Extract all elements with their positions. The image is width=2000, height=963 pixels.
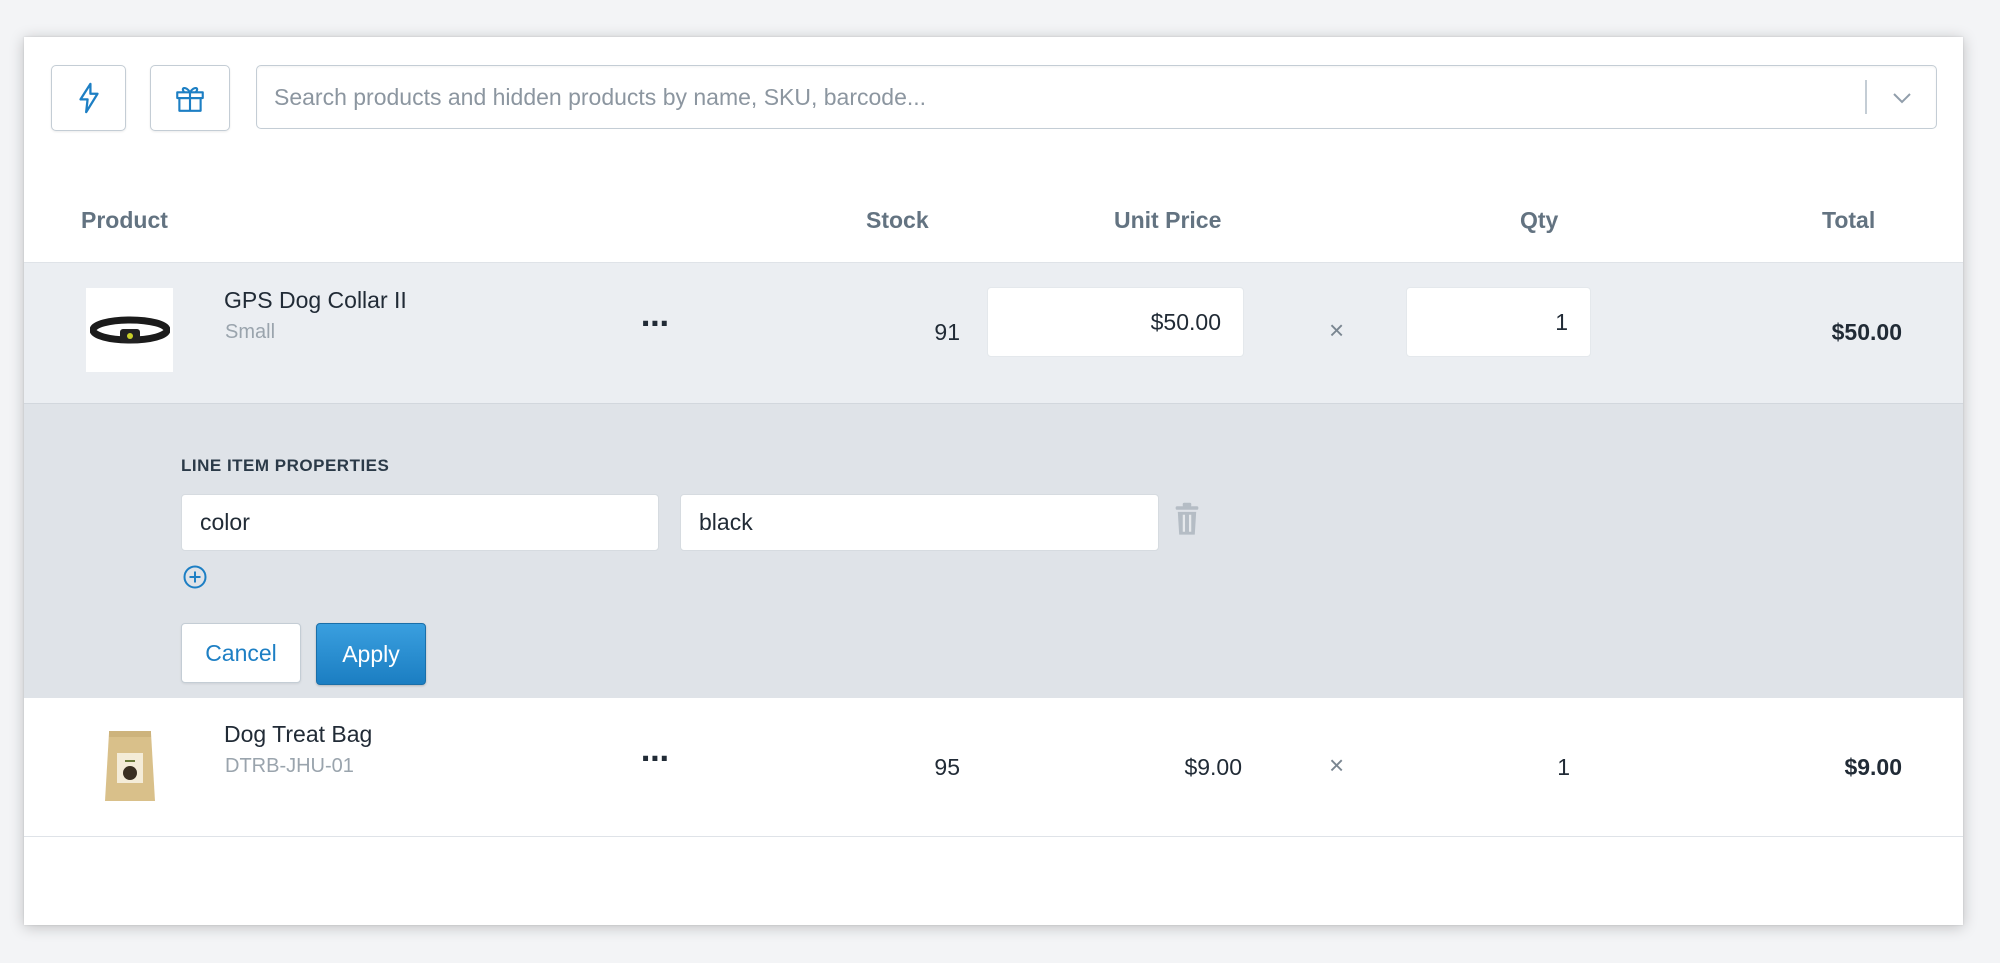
search-input[interactable] (257, 66, 1857, 128)
line-item-properties-panel: LINE ITEM PROPERTIES Cancel Apply (24, 403, 1963, 699)
column-header-total: Total (1822, 207, 1876, 233)
product-thumbnail[interactable] (86, 723, 173, 807)
lightning-icon (78, 82, 99, 114)
dog-collar-image (89, 316, 170, 344)
line-item-properties-title: LINE ITEM PROPERTIES (181, 456, 390, 475)
product-name[interactable]: GPS Dog Collar II (224, 287, 407, 314)
quantity-input[interactable] (1406, 287, 1591, 357)
cancel-button[interactable]: Cancel (181, 623, 301, 683)
gift-card-button[interactable] (150, 65, 230, 131)
treat-bag-image (104, 731, 155, 801)
multiply-sign: × (1329, 315, 1345, 345)
unit-price-input[interactable] (987, 287, 1244, 357)
product-thumbnail[interactable] (86, 288, 173, 372)
multiply-sign: × (1329, 750, 1345, 780)
column-header-qty: Qty (1520, 207, 1559, 233)
product-variant: Small (225, 321, 276, 343)
line-total: $9.00 (1844, 754, 1902, 780)
property-key-input[interactable] (181, 494, 659, 551)
chevron-down-icon (1893, 93, 1911, 104)
column-header-product: Product (81, 207, 168, 233)
search-divider (1865, 80, 1867, 114)
product-name[interactable]: Dog Treat Bag (224, 721, 372, 748)
product-search (256, 65, 1937, 129)
column-header-unit-price: Unit Price (1114, 207, 1222, 233)
add-property-icon[interactable] (182, 564, 208, 590)
stock-value: 95 (934, 754, 960, 780)
column-header-stock: Stock (866, 207, 929, 233)
table-row: Dog Treat Bag DTRB-JHU-01 ⋯ 95 $9.00 × 1… (24, 698, 1963, 837)
table-row: GPS Dog Collar II Small ⋯ 91 × $50.00 (24, 263, 1963, 403)
apply-button[interactable]: Apply (316, 623, 426, 685)
line-total: $50.00 (1831, 319, 1902, 345)
stock-value: 91 (934, 319, 960, 345)
quick-add-button[interactable] (51, 65, 126, 131)
quantity-value[interactable]: 1 (1524, 754, 1570, 781)
gift-icon (176, 87, 204, 112)
more-options-button[interactable]: ⋯ (641, 742, 669, 775)
order-line-items-card: Product Stock Unit Price Qty Total GPS D… (24, 37, 1963, 925)
unit-price-value[interactable]: $9.00 (1124, 754, 1242, 781)
property-value-input[interactable] (680, 494, 1159, 551)
product-sku: DTRB-JHU-01 (225, 755, 354, 777)
search-dropdown-button[interactable] (1885, 82, 1919, 114)
trash-icon[interactable] (1172, 502, 1202, 536)
more-options-button[interactable]: ⋯ (641, 307, 669, 340)
